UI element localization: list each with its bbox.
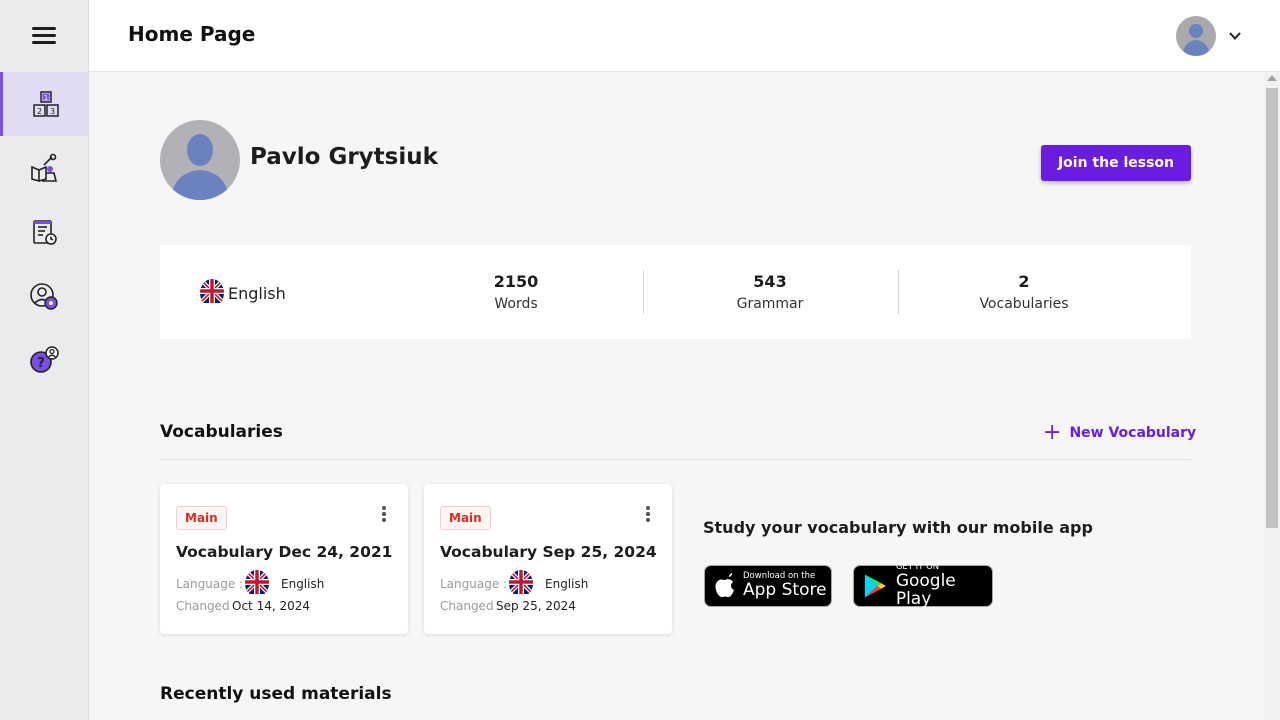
more-options-icon[interactable] xyxy=(646,506,650,522)
changed-date: Oct 14, 2024 xyxy=(232,599,310,613)
stat-vocabularies: 2 Vocabularies xyxy=(944,272,1104,312)
scrollbar-thumb[interactable] xyxy=(1266,88,1278,528)
vocabulary-card[interactable]: Main Vocabulary Sep 25, 2024 Language : … xyxy=(424,484,672,634)
google-play-big-text: Google Play xyxy=(895,570,956,610)
stat-grammar: 543 Grammar xyxy=(690,272,850,312)
stats-panel: English 2150 Words 543 Grammar 2 Vocabul… xyxy=(160,245,1191,339)
language-value: English xyxy=(281,576,325,591)
svg-text:?: ? xyxy=(37,356,45,371)
recent-materials-heading: Recently used materials xyxy=(160,684,392,704)
vocabulary-changed: Changed :Sep 25, 2024 xyxy=(440,599,576,613)
sidebar-item-home[interactable]: 1 2 3 xyxy=(0,72,88,136)
google-play-icon xyxy=(864,574,886,598)
language-selector[interactable]: English xyxy=(200,279,286,307)
uk-flag-icon xyxy=(509,570,533,597)
sidebar-item-learning[interactable] xyxy=(0,136,88,200)
vocabulary-card[interactable]: Main Vocabulary Dec 24, 2021 Language : … xyxy=(160,484,408,634)
main-badge: Main xyxy=(440,506,491,530)
language-label: Language : xyxy=(176,576,244,591)
changed-date: Sep 25, 2024 xyxy=(496,599,576,613)
chevron-down-icon[interactable] xyxy=(1228,29,1242,43)
sidebar: 1 2 3 ? xyxy=(0,0,89,720)
stat-value: 2 xyxy=(1018,272,1030,291)
stat-label: Vocabularies xyxy=(979,296,1069,312)
app-store-big-text: App Store xyxy=(743,579,827,600)
mobile-app-heading: Study your vocabulary with our mobile ap… xyxy=(703,518,1093,537)
learning-icon xyxy=(31,153,58,183)
language-label: English xyxy=(228,283,286,303)
vocabularies-heading: Vocabularies xyxy=(160,422,283,442)
test-icon xyxy=(33,220,57,245)
language-label: Language : xyxy=(440,576,508,591)
section-divider xyxy=(160,459,1191,460)
stat-label: Words xyxy=(494,296,538,312)
stat-divider xyxy=(643,270,644,314)
language-value: English xyxy=(545,576,589,591)
profile-avatar xyxy=(160,120,240,200)
uk-flag-icon xyxy=(200,279,224,307)
sidebar-item-help[interactable]: ? xyxy=(0,328,88,392)
changed-label: Changed : xyxy=(176,599,232,613)
vocabulary-title: Vocabulary Sep 25, 2024 xyxy=(440,543,657,561)
help-icon: ? xyxy=(30,346,59,373)
svg-text:3: 3 xyxy=(49,107,54,116)
stat-value: 2150 xyxy=(493,272,539,291)
vocabulary-changed: Changed :Oct 14, 2024 xyxy=(176,599,310,613)
vocabulary-title: Vocabulary Dec 24, 2021 xyxy=(176,543,393,561)
user-settings-icon xyxy=(30,283,58,310)
new-vocabulary-label: New Vocabulary xyxy=(1069,425,1197,441)
stat-value: 543 xyxy=(753,272,787,291)
menu-icon[interactable] xyxy=(32,27,56,45)
new-vocabulary-button[interactable]: + New Vocabulary xyxy=(1043,422,1196,444)
sidebar-item-tests[interactable] xyxy=(0,200,88,264)
uk-flag-icon xyxy=(245,570,269,597)
scroll-up-arrow-icon[interactable] xyxy=(1267,75,1277,81)
blocks-icon: 1 2 3 xyxy=(32,91,59,117)
join-lesson-button[interactable]: Join the lesson xyxy=(1041,145,1191,181)
avatar[interactable] xyxy=(1176,16,1216,56)
more-options-icon[interactable] xyxy=(382,506,386,522)
main-badge: Main xyxy=(176,506,227,530)
profile-name: Pavlo Grytsiuk xyxy=(250,144,438,170)
svg-text:2: 2 xyxy=(36,107,41,116)
vocabulary-language: Language : English xyxy=(176,570,324,597)
vocabulary-language: Language : English xyxy=(440,570,588,597)
stat-divider xyxy=(898,270,899,314)
sidebar-item-profile-settings[interactable] xyxy=(0,264,88,328)
top-header: Home Page xyxy=(89,0,1280,72)
stat-words: 2150 Words xyxy=(436,272,596,312)
google-play-button[interactable]: GET IT ON Google Play xyxy=(853,563,993,610)
svg-text:1: 1 xyxy=(43,94,47,102)
stat-label: Grammar xyxy=(736,296,804,312)
app-store-button[interactable]: Download on the App Store xyxy=(704,565,832,607)
page-title: Home Page xyxy=(128,22,256,46)
apple-icon xyxy=(715,573,734,598)
plus-icon: + xyxy=(1043,420,1062,445)
changed-label: Changed : xyxy=(440,599,496,613)
